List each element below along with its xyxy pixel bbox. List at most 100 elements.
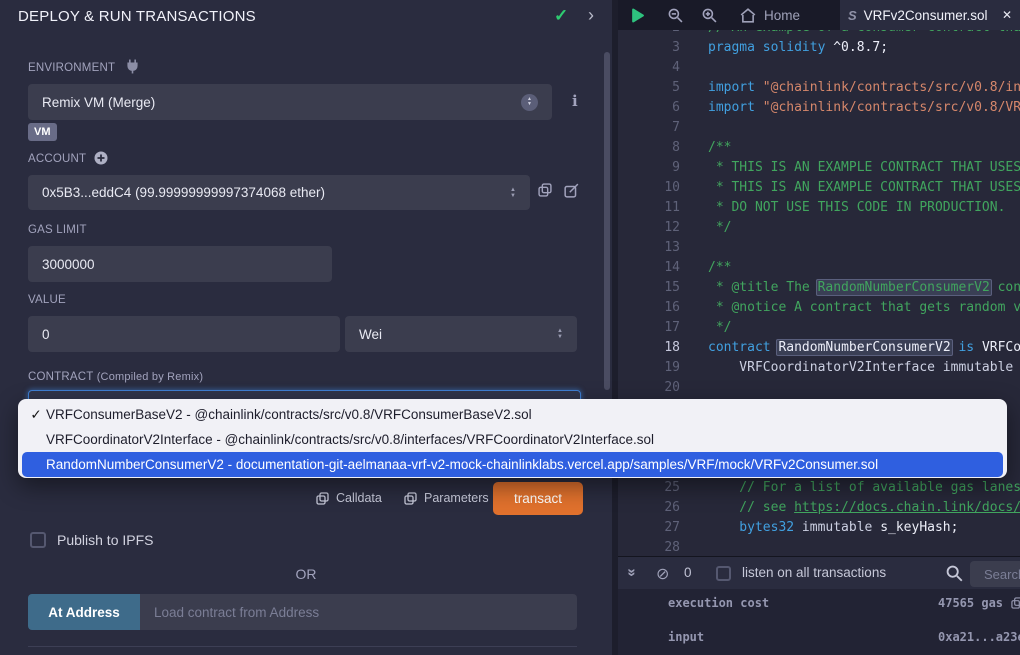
code-line: 4 [618,58,1020,78]
line-number: 11 [618,198,680,218]
collapse-panel-icon[interactable]: › [588,5,594,26]
at-address-input[interactable] [140,594,577,630]
code-line: 16 * @notice A contract that gets random… [618,298,1020,318]
line-number: 9 [618,158,680,178]
divider [28,646,577,647]
panel-scrollbar[interactable] [604,52,610,390]
clear-console-icon[interactable]: ⊘ [656,564,669,584]
code-text: bytes32 immutable s_keyHash; [708,518,958,538]
line-number: 7 [618,118,680,138]
line-number: 15 [618,278,680,298]
compile-success-icon: ✓ [554,6,568,26]
expand-terminal-icon[interactable]: » [624,568,641,576]
line-number: 19 [618,358,680,378]
tab-vrfv2consumer[interactable]: S VRFv2Consumer.sol ✕ [840,0,1020,30]
copy-account-icon[interactable] [538,183,552,197]
publish-ipfs-checkbox[interactable] [30,532,46,548]
contract-option-label: RandomNumberConsumerV2 - documentation-g… [46,457,878,472]
contract-option[interactable]: RandomNumberConsumerV2 - documentation-g… [22,452,1003,477]
terminal-search-input[interactable] [970,561,1020,587]
line-number: 14 [618,258,680,278]
code-line: 15 * @title The RandomNumberConsumerV2 c… [618,278,1020,298]
tab-active-label: VRFv2Consumer.sol [864,8,988,23]
environment-label: ENVIRONMENT [28,62,115,74]
listen-transactions-checkbox[interactable] [716,566,731,581]
code-line: 26 // see https://docs.chain.link/docs/v… [618,498,1020,518]
code-text: */ [708,218,731,238]
code-line: 9 * THIS IS AN EXAMPLE CONTRACT THAT USE… [618,158,1020,178]
chevron-updown-icon: ▲▼ [521,94,538,111]
line-number: 20 [618,378,680,398]
tab-home[interactable]: Home [740,0,800,30]
copy-icon [316,492,329,505]
gas-limit-input[interactable] [28,246,332,282]
code-line: 5import "@chainlink/contracts/src/v0.8/i… [618,78,1020,98]
value-unit-select[interactable]: Wei ▲▼ [345,316,577,352]
plug-icon [126,59,139,74]
code-text: // For a list of available gas lanes on … [708,478,1020,498]
contract-option[interactable]: ✓VRFConsumerBaseV2 - @chainlink/contract… [18,402,1007,427]
selected-check-icon: ✓ [28,402,44,427]
code-text: contract RandomNumberConsumerV2 is VRFCo… [708,338,1020,358]
code-line: 11 * DO NOT USE THIS CODE IN PRODUCTION. [618,198,1020,218]
panel-title: DEPLOY & RUN TRANSACTIONS [18,8,256,25]
listen-transactions-label: listen on all transactions [742,565,886,580]
code-text: * @notice A contract that gets random va… [708,298,1020,318]
code-text: /** [708,258,731,278]
terminal-row-label: input [668,630,704,644]
transact-button[interactable]: transact [493,482,583,515]
edit-account-icon[interactable] [564,183,579,198]
zoom-in-icon[interactable] [702,8,717,23]
zoom-out-icon[interactable] [668,8,683,23]
line-number: 25 [618,478,680,498]
line-number: 8 [618,138,680,158]
copy-icon[interactable] [1011,597,1020,609]
code-line: 14 /** [618,258,1020,278]
add-account-icon[interactable] [94,151,108,165]
code-line: 18contract RandomNumberConsumerV2 is VRF… [618,338,1020,358]
contract-label-suffix: (Compiled by Remix) [97,371,204,383]
run-script-button[interactable] [630,8,645,23]
line-number: 12 [618,218,680,238]
environment-selected: Remix VM (Merge) [42,95,155,110]
or-divider-label: OR [0,566,612,582]
pending-tx-count: 0 [684,565,692,580]
contract-option[interactable]: VRFCoordinatorV2Interface - @chainlink/c… [18,427,1007,452]
calldata-action[interactable]: Calldata [316,491,382,505]
line-number: 13 [618,238,680,258]
line-number: 16 [618,298,680,318]
close-tab-icon[interactable]: ✕ [1002,8,1012,22]
account-select[interactable]: 0x5B3...eddC4 (99.99999999997374068 ethe… [28,175,530,210]
value-input[interactable] [28,316,340,352]
environment-select[interactable]: Remix VM (Merge) ▲▼ [28,84,552,120]
code-line: 27 bytes32 immutable s_keyHash; [618,518,1020,538]
code-line: 3pragma solidity ^0.8.7; [618,38,1020,58]
contract-option-label: VRFConsumerBaseV2 - @chainlink/contracts… [46,407,532,422]
contract-dropdown: ✓VRFConsumerBaseV2 - @chainlink/contract… [18,399,1007,478]
info-icon[interactable]: i [572,92,578,110]
terminal: » ⊘ 0 listen on all transactions executi… [618,556,1020,655]
code-line: 19 VRFCoordinatorV2Interface immutable C… [618,358,1020,378]
line-number: 4 [618,58,680,78]
code-text: import "@chainlink/contracts/src/v0.8/VR… [708,98,1020,118]
code-line: 10 * THIS IS AN EXAMPLE CONTRACT THAT US… [618,178,1020,198]
account-label: ACCOUNT [28,153,86,165]
line-number: 5 [618,78,680,98]
code-text: pragma solidity ^0.8.7; [708,38,888,58]
value-unit-selected: Wei [359,327,382,342]
contract-label: CONTRACT (Compiled by Remix) [28,371,203,383]
gas-limit-label: GAS LIMIT [28,224,87,236]
code-text: * DO NOT USE THIS CODE IN PRODUCTION. [708,198,1005,218]
code-text: // see https://docs.chain.link/docs/vrf-… [708,498,1020,518]
search-icon [946,565,963,582]
contract-option-label: VRFCoordinatorV2Interface - @chainlink/c… [46,432,654,447]
chevron-updown-icon: ▲▼ [557,328,563,340]
at-address-button[interactable]: At Address [28,594,140,630]
remix-ide-window: 2// An example of a consumer contract th… [0,0,1020,655]
code-text: VRFCoordinatorV2Interface immutable COOR… [708,358,1020,378]
terminal-row-value: 47565 gas [938,596,1020,610]
editor-tabbar: Home S VRFv2Consumer.sol ✕ [618,0,1020,30]
line-number: 10 [618,178,680,198]
tab-home-label: Home [764,8,800,23]
parameters-action[interactable]: Parameters [404,491,489,505]
